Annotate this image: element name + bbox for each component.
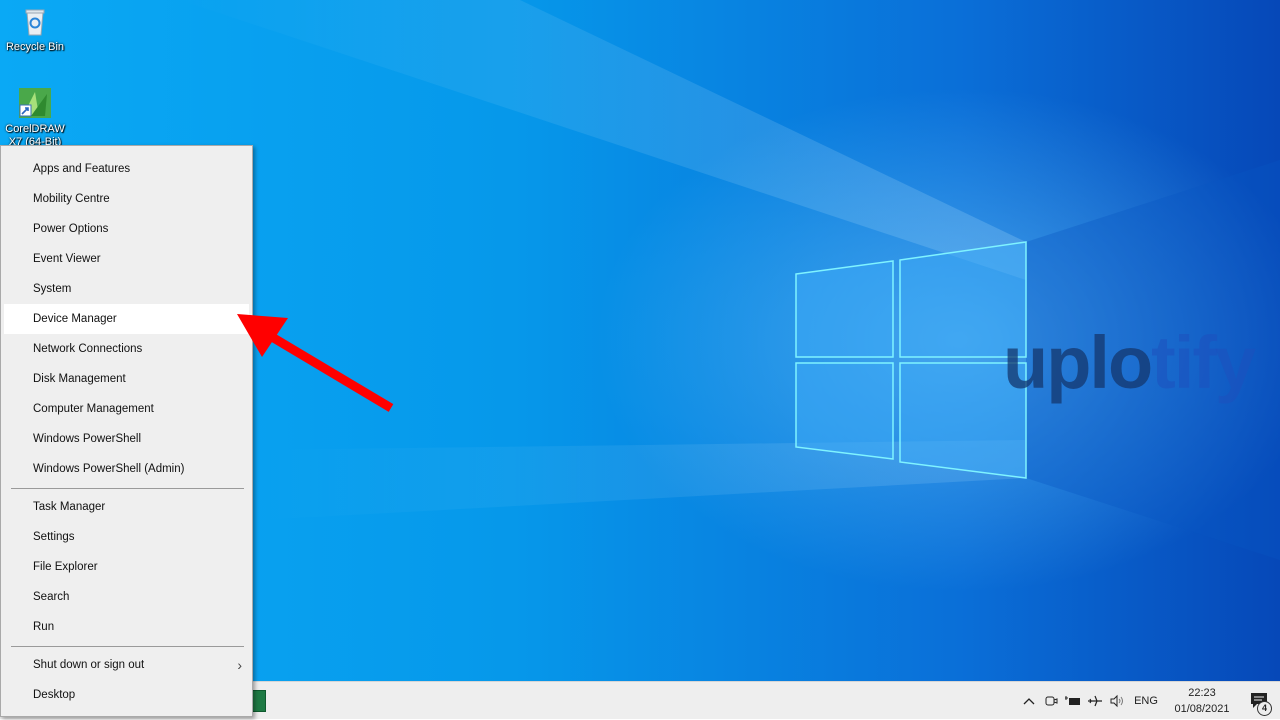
battery-button[interactable]	[1062, 682, 1084, 720]
menu-item-network-connections[interactable]: Network Connections	[4, 334, 249, 364]
menu-item-task-manager[interactable]: Task Manager	[4, 492, 249, 522]
airplane-icon	[1088, 695, 1102, 707]
airplane-mode-button[interactable]	[1084, 682, 1106, 720]
action-center-button[interactable]: 4	[1240, 682, 1280, 720]
watermark-part1: uplo	[1003, 321, 1153, 404]
clock-button[interactable]: 22:23 01/08/2021	[1164, 682, 1240, 720]
menu-item-windows-powershell-admin[interactable]: Windows PowerShell (Admin)	[4, 454, 249, 484]
chevron-right-icon: ›	[237, 657, 242, 673]
menu-item-computer-management[interactable]: Computer Management	[4, 394, 249, 424]
excel-taskbar-icon[interactable]	[252, 690, 266, 712]
system-tray: ENG 22:23 01/08/2021 4	[1018, 682, 1280, 720]
desktop-icon-label: CorelDRAW	[5, 123, 65, 135]
desktop-icon-recycle-bin[interactable]: Recycle Bin	[0, 6, 71, 54]
menu-item-event-viewer[interactable]: Event Viewer	[4, 244, 249, 274]
uplotify-watermark: uplotify	[1003, 326, 1256, 400]
menu-item-windows-powershell[interactable]: Windows PowerShell	[4, 424, 249, 454]
recycle-bin-icon	[19, 6, 51, 38]
menu-item-desktop[interactable]: Desktop	[4, 680, 249, 710]
clock-date: 01/08/2021	[1174, 703, 1230, 715]
meet-now-button[interactable]	[1040, 682, 1062, 720]
battery-charging-icon	[1065, 696, 1080, 705]
menu-separator	[11, 488, 244, 489]
notification-count-badge: 4	[1257, 701, 1272, 716]
menu-item-run[interactable]: Run	[4, 612, 249, 642]
menu-item-system[interactable]: System	[4, 274, 249, 304]
input-language-button[interactable]: ENG	[1128, 682, 1164, 720]
menu-item-device-manager[interactable]: Device Manager	[4, 304, 249, 334]
menu-item-disk-management[interactable]: Disk Management	[4, 364, 249, 394]
menu-item-file-explorer[interactable]: File Explorer	[4, 552, 249, 582]
menu-item-settings[interactable]: Settings	[4, 522, 249, 552]
watermark-part2: tify	[1151, 321, 1256, 404]
volume-icon	[1110, 694, 1123, 708]
desktop-icon-label: Recycle Bin	[5, 41, 65, 53]
menu-item-label: Shut down or sign out	[33, 659, 145, 671]
menu-item-search[interactable]: Search	[4, 582, 249, 612]
show-hidden-icons-button[interactable]	[1018, 682, 1040, 720]
desktop-icon-coreldraw[interactable]: CorelDRAW X7 (64-Bit)	[0, 88, 71, 149]
winx-context-menu: Apps and Features Mobility Centre Power …	[0, 145, 253, 717]
menu-item-apps-and-features[interactable]: Apps and Features	[4, 154, 249, 184]
menu-item-shut-down-or-sign-out[interactable]: Shut down or sign out ›	[4, 650, 249, 680]
coreldraw-icon	[19, 88, 51, 120]
clock-time: 22:23	[1188, 687, 1216, 699]
chevron-up-icon	[1023, 698, 1035, 705]
menu-item-power-options[interactable]: Power Options	[4, 214, 249, 244]
menu-item-mobility-centre[interactable]: Mobility Centre	[4, 184, 249, 214]
menu-separator	[11, 646, 244, 647]
camera-icon	[1045, 696, 1058, 706]
volume-button[interactable]	[1106, 682, 1128, 720]
